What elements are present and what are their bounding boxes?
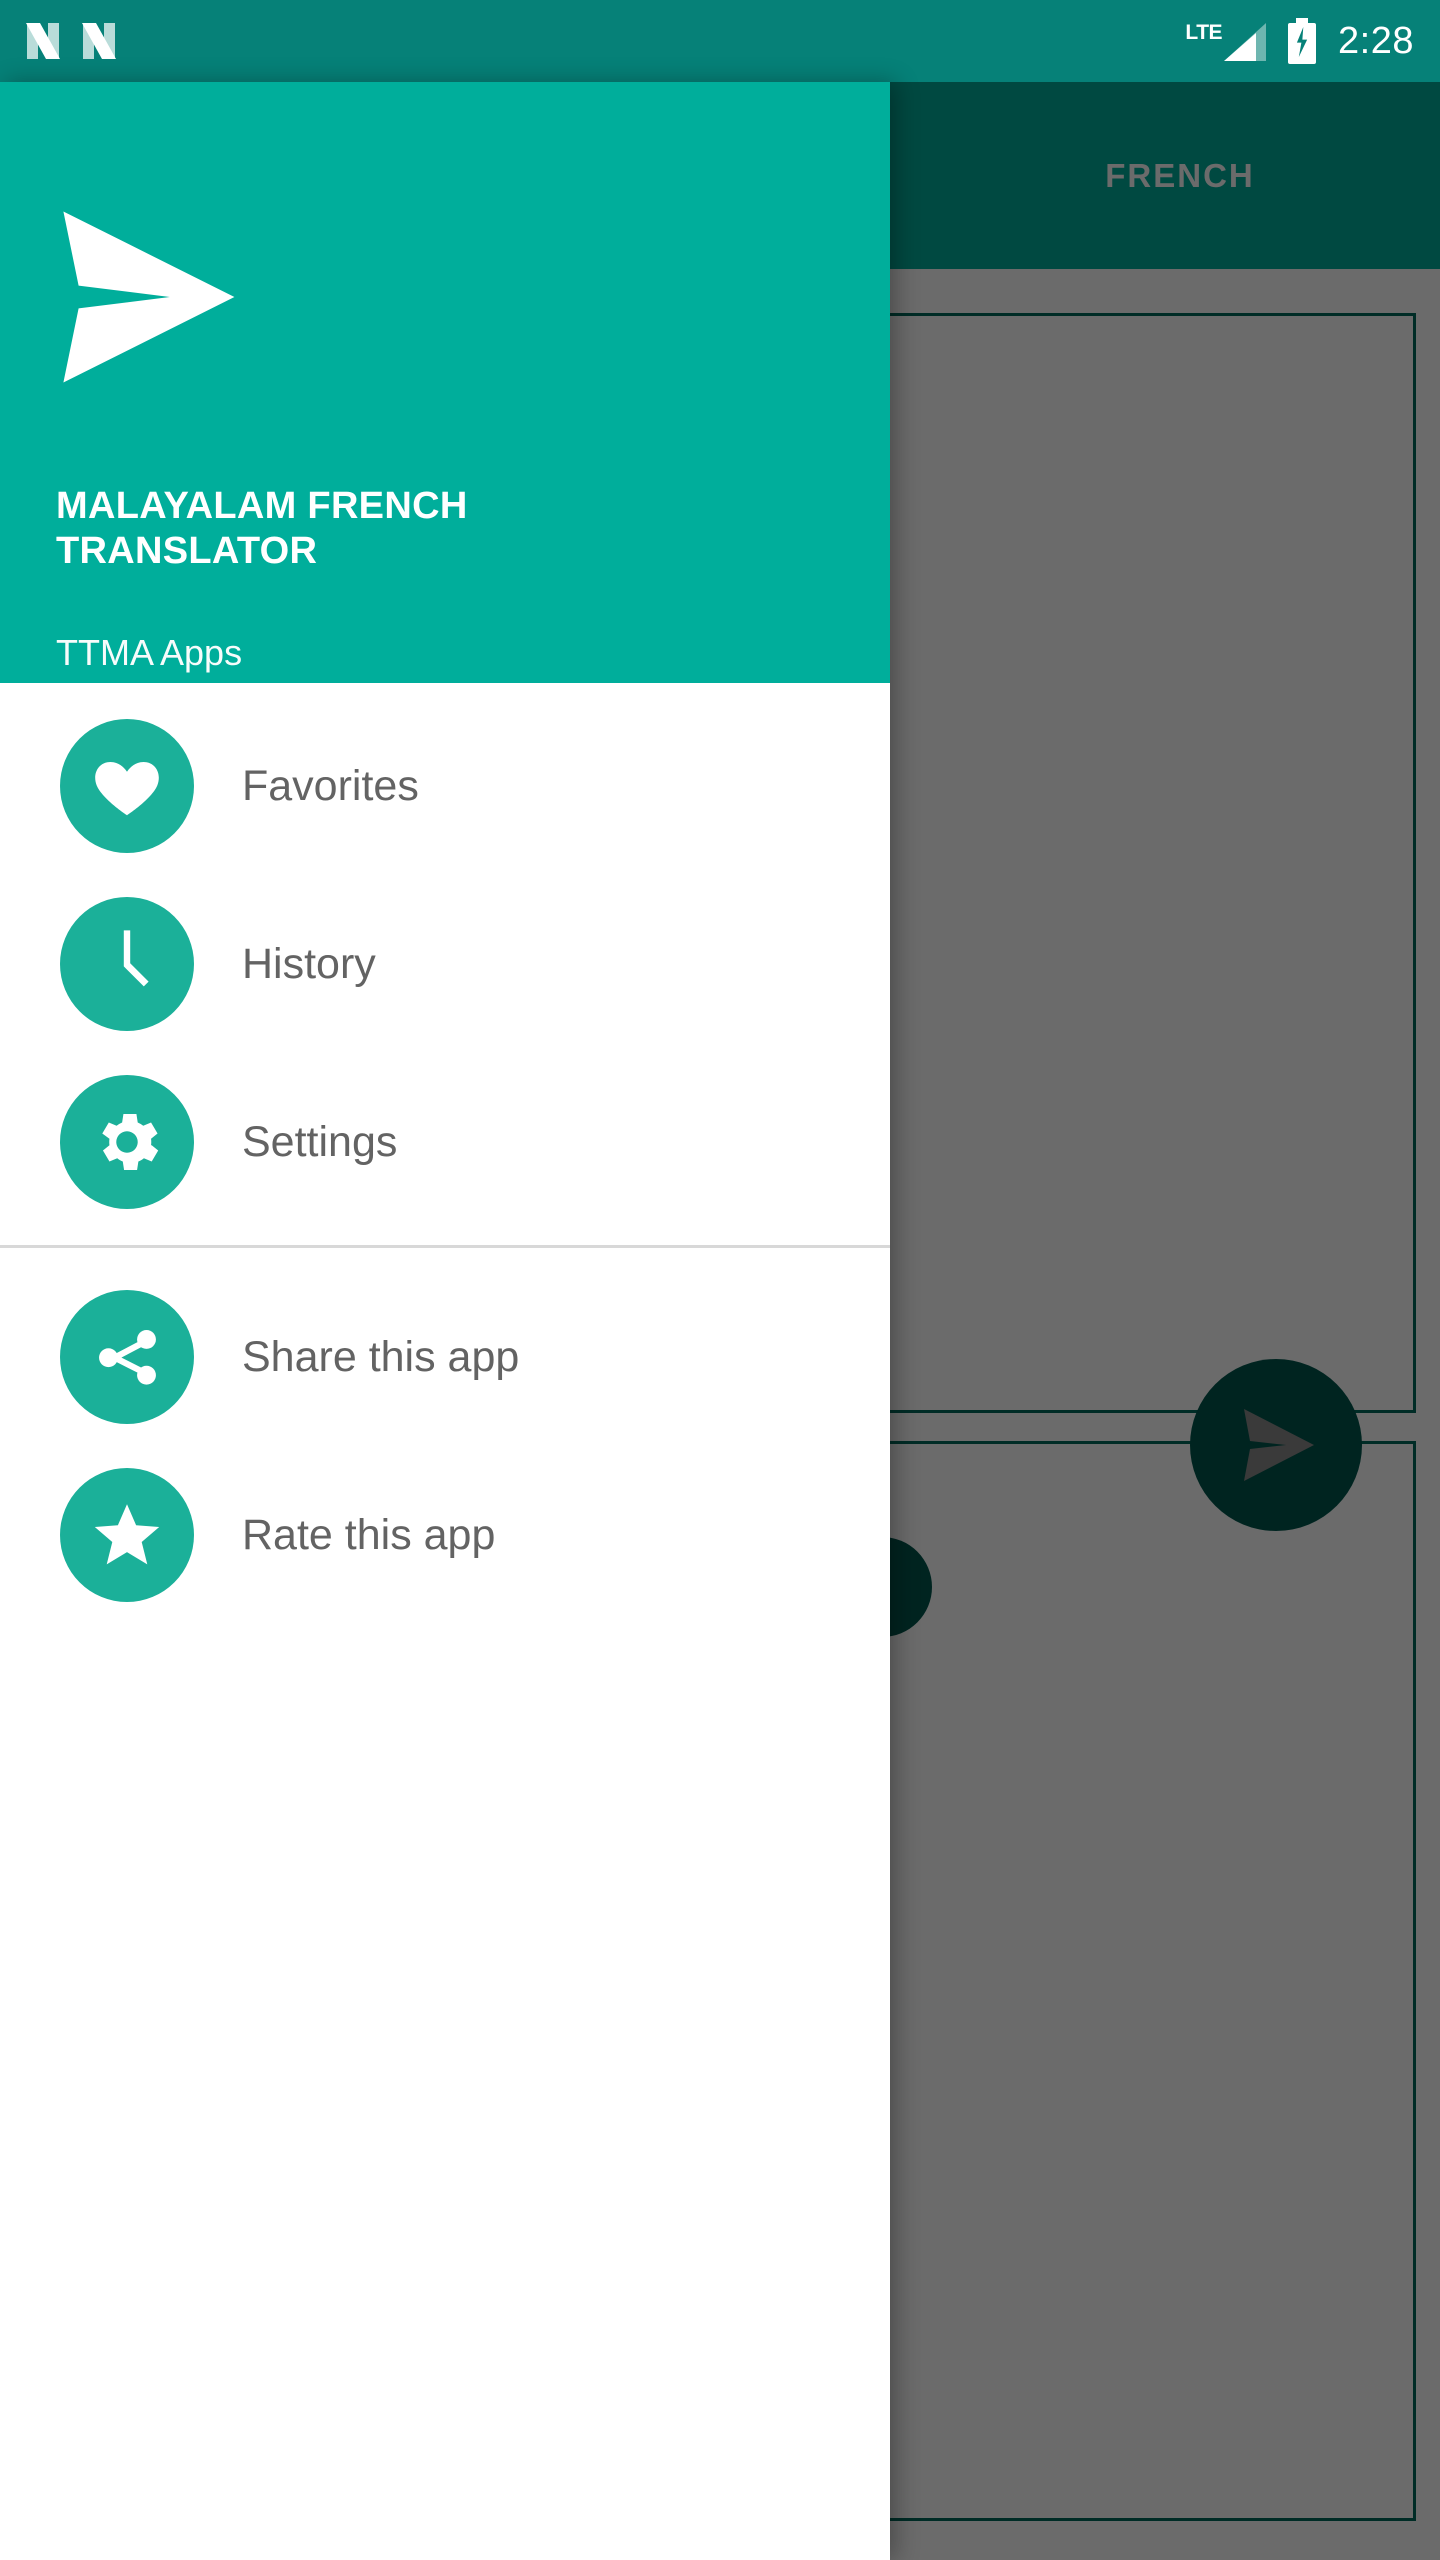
sidebar-item-label: History [242, 939, 376, 988]
drawer-app-title: MALAYALAM FRENCH TRANSLATOR [56, 485, 468, 572]
drawer-menu-list: Favorites History Settings Share this ap… [0, 683, 890, 1624]
signal-bars-icon: LTE [1185, 19, 1267, 63]
navigation-drawer: MALAYALAM FRENCH TRANSLATOR TTMA Apps Fa… [0, 82, 890, 2560]
star-icon [60, 1468, 194, 1602]
n-logo-icon [82, 21, 116, 61]
status-bar-clock: 2:28 [1338, 19, 1414, 62]
android-status-bar: LTE 2:28 [0, 0, 1440, 82]
drawer-app-publisher: TTMA Apps [56, 632, 243, 673]
gear-icon [60, 1075, 194, 1209]
heart-icon [60, 719, 194, 853]
drawer-divider [0, 1245, 890, 1248]
sidebar-item-history[interactable]: History [0, 875, 890, 1053]
sidebar-item-label: Favorites [242, 761, 419, 810]
status-bar-system-icons: LTE 2:28 [1185, 18, 1414, 64]
share-icon [60, 1290, 194, 1424]
sidebar-item-label: Settings [242, 1117, 398, 1166]
paper-plane-logo-icon [52, 202, 242, 392]
sidebar-item-rate-this-app[interactable]: Rate this app [0, 1446, 890, 1624]
drawer-header: MALAYALAM FRENCH TRANSLATOR TTMA Apps [0, 82, 890, 683]
network-type-label: LTE [1185, 21, 1223, 44]
n-logo-icon [26, 21, 60, 61]
clock-icon [60, 897, 194, 1031]
sidebar-item-label: Rate this app [242, 1510, 496, 1559]
sidebar-item-share-this-app[interactable]: Share this app [0, 1268, 890, 1446]
status-bar-notification-icons [26, 21, 116, 61]
sidebar-item-settings[interactable]: Settings [0, 1053, 890, 1231]
sidebar-item-favorites[interactable]: Favorites [0, 697, 890, 875]
sidebar-item-label: Share this app [242, 1332, 520, 1381]
battery-charging-icon [1288, 18, 1317, 64]
